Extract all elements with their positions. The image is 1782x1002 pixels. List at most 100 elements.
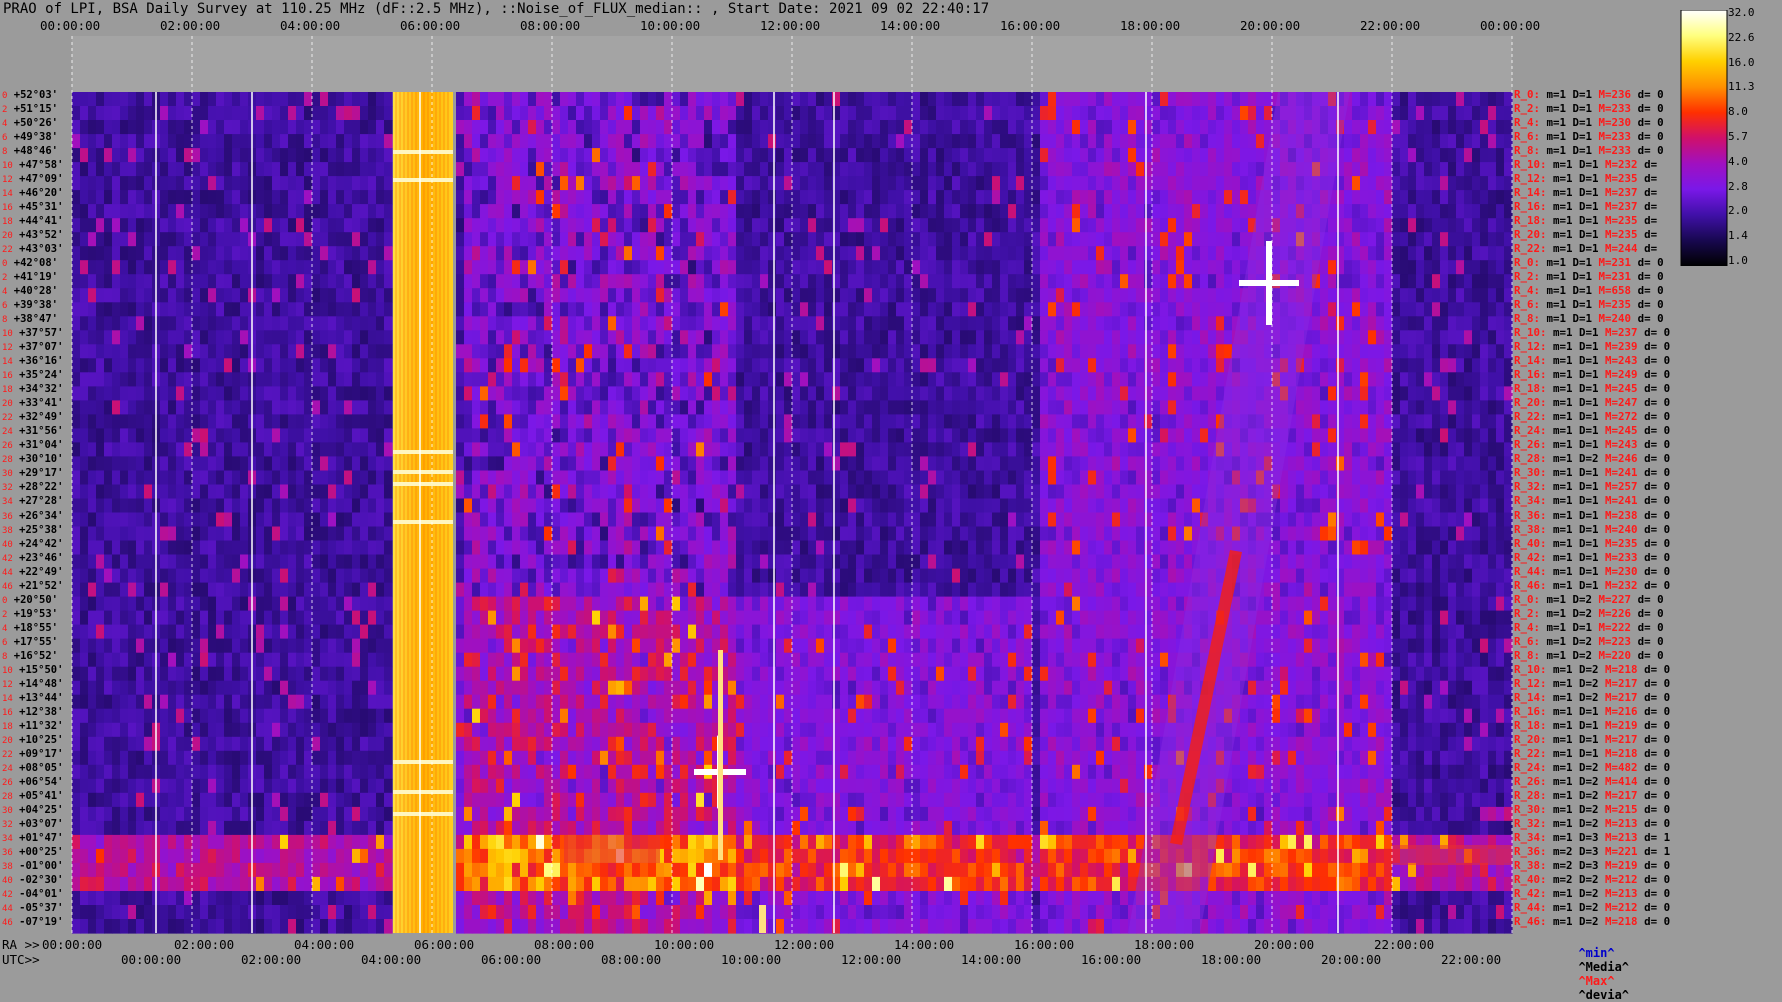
heat-cell — [904, 386, 913, 401]
heat-cell — [200, 316, 209, 331]
heat-cell — [552, 274, 561, 289]
heat-cell — [1456, 442, 1465, 457]
heat-cell — [1184, 344, 1193, 359]
heat-cell — [1112, 120, 1121, 135]
heat-cell — [112, 134, 121, 149]
heat-cell — [1200, 358, 1209, 373]
heat-cell — [776, 218, 785, 233]
heat-cell — [632, 246, 641, 261]
heat-cell — [1016, 372, 1025, 387]
heat-cell — [760, 120, 769, 135]
heat-cell — [848, 134, 857, 149]
heat-cell — [808, 471, 817, 486]
heat-cell — [88, 218, 97, 233]
heat-cell — [1176, 232, 1185, 247]
heat-cell — [656, 372, 665, 387]
heat-cell — [896, 246, 905, 261]
heat-cell — [1496, 162, 1505, 177]
heat-cell — [1120, 414, 1129, 429]
heat-cell — [368, 288, 377, 303]
heat-cell — [1472, 274, 1481, 289]
heat-cell — [128, 400, 137, 415]
heat-cell — [88, 232, 97, 247]
heat-cell — [1408, 400, 1417, 415]
heat-cell — [376, 246, 385, 261]
heat-cell — [224, 386, 233, 401]
heat-cell — [584, 176, 593, 191]
heat-cell — [1104, 471, 1113, 486]
heat-cell — [816, 330, 825, 345]
heat-cell — [640, 386, 649, 401]
heat-cell — [312, 190, 321, 205]
heat-cell — [624, 106, 633, 121]
heat-cell — [88, 106, 97, 121]
heat-cell — [296, 442, 305, 457]
heat-cell — [808, 386, 817, 401]
heat-cell — [1384, 386, 1393, 401]
heat-cell — [280, 485, 289, 500]
heat-cell — [1448, 204, 1457, 219]
heat-cell — [872, 400, 881, 415]
heat-cell — [1136, 330, 1145, 345]
heat-cell — [960, 204, 969, 219]
heat-cell — [1200, 442, 1209, 457]
heat-cell — [472, 176, 481, 191]
heat-cell — [616, 442, 625, 457]
heat-cell — [1008, 204, 1017, 219]
heat-cell — [1056, 218, 1065, 233]
heat-cell — [512, 190, 521, 205]
heat-cell — [1184, 274, 1193, 289]
heat-cell — [504, 106, 513, 121]
heat-cell — [176, 106, 185, 121]
heat-cell — [1056, 428, 1065, 443]
heat-cell — [1448, 400, 1457, 415]
heat-cell — [544, 204, 553, 219]
heat-cell — [1472, 92, 1481, 107]
heat-cell — [136, 232, 145, 247]
heat-cell — [1304, 344, 1313, 359]
heat-cell — [576, 148, 585, 163]
heat-cell — [1112, 260, 1121, 275]
heat-cell — [1080, 330, 1089, 345]
heat-cell — [384, 218, 393, 233]
heat-cell — [368, 162, 377, 177]
heat-cell — [1064, 485, 1073, 500]
heat-cell — [1496, 414, 1505, 429]
heat-cell — [1088, 386, 1097, 401]
heat-cell — [232, 162, 241, 177]
heat-cell — [784, 344, 793, 359]
heat-cell — [704, 485, 713, 500]
heat-cell — [704, 246, 713, 261]
heat-cell — [680, 190, 689, 205]
heat-cell — [144, 162, 153, 177]
heat-cell — [512, 316, 521, 331]
heat-cell — [1024, 134, 1033, 149]
heat-cell — [216, 148, 225, 163]
heat-cell — [624, 316, 633, 331]
heat-cell — [584, 316, 593, 331]
heat-cell — [192, 428, 201, 443]
heat-cell — [1440, 456, 1449, 471]
heat-cell — [1080, 428, 1089, 443]
heat-cell — [552, 246, 561, 261]
heat-cell — [600, 204, 609, 219]
heat-cell — [80, 190, 89, 205]
heat-cell — [1440, 92, 1449, 107]
heat-cell — [1184, 246, 1193, 261]
heat-cell — [1184, 260, 1193, 275]
heat-cell — [1056, 485, 1065, 500]
heat-cell — [376, 344, 385, 359]
heat-cell — [1256, 92, 1265, 107]
heat-cell — [296, 232, 305, 247]
heat-cell — [808, 204, 817, 219]
heat-cell — [696, 246, 705, 261]
heat-cell — [1016, 330, 1025, 345]
heat-cell — [456, 456, 465, 471]
heat-cell — [1168, 330, 1177, 345]
heat-cell — [968, 344, 977, 359]
heat-cell — [1472, 190, 1481, 205]
heat-cell — [776, 176, 785, 191]
heat-cell — [856, 176, 865, 191]
heat-cell — [480, 260, 489, 275]
heat-cell — [984, 288, 993, 303]
